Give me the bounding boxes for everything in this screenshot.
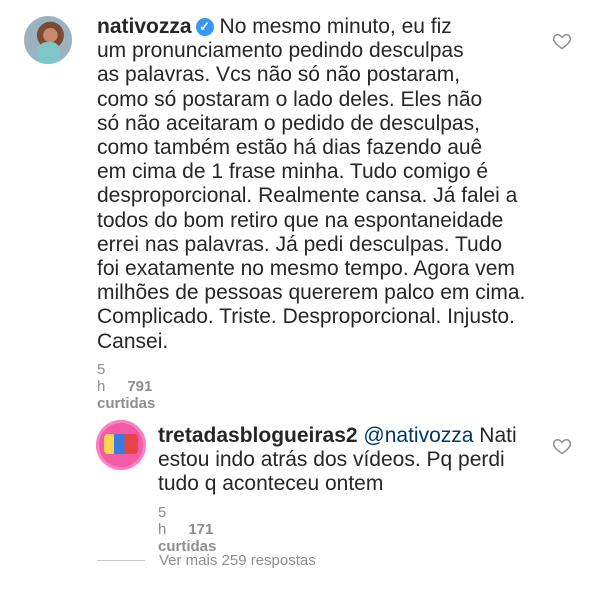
view-more-label: Ver mais 259 respostas <box>159 552 316 569</box>
comment-time: 5 h <box>158 504 167 538</box>
comment-text: nativozza ✓ No mesmo minuto, eu fiz um pro… <box>97 15 537 354</box>
comment-likes[interactable]: 171 curtidas <box>158 521 216 555</box>
heart-icon[interactable] <box>552 436 572 456</box>
comment-username[interactable]: nativozza <box>97 15 192 38</box>
heart-icon[interactable] <box>552 31 572 51</box>
comment-likes[interactable]: 791 curtidas <box>97 378 155 412</box>
comment-text: tretadasblogueiras2 @nativozza Nati esto… <box>158 424 538 497</box>
comment-mention[interactable]: @nativozza <box>363 424 473 447</box>
verified-badge-icon: ✓ <box>195 18 214 36</box>
divider <box>97 560 145 561</box>
comment-meta: 5 h 791 curtidas <box>97 361 155 412</box>
view-more-replies-button[interactable]: Ver mais 259 respostas <box>97 552 316 569</box>
comment-meta: 5 h 171 curtidas <box>158 504 216 555</box>
comment-username[interactable]: tretadasblogueiras2 <box>158 424 358 447</box>
avatar[interactable] <box>96 420 146 470</box>
comment-body: No mesmo minuto, eu fiz um pronunciament… <box>97 15 526 353</box>
avatar[interactable] <box>24 16 72 64</box>
logo-icon <box>104 434 138 454</box>
comment-time: 5 h <box>97 361 106 395</box>
